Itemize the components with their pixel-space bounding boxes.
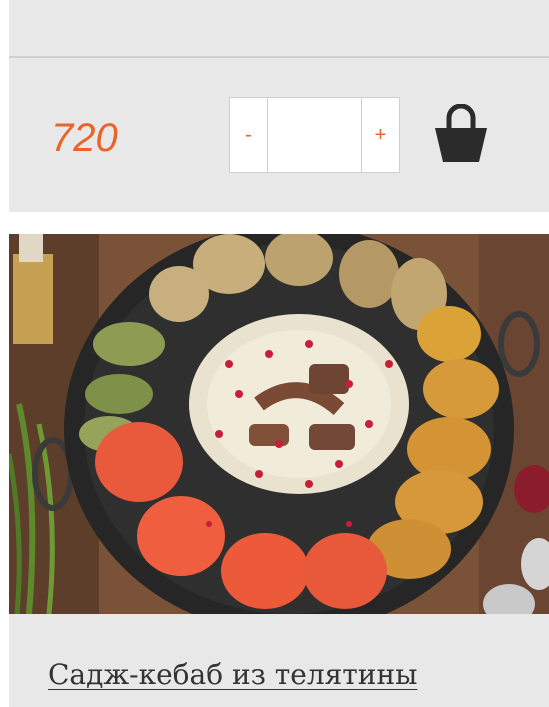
product-title-link[interactable]: Садж-кебаб из телятины (48, 658, 417, 691)
dish-photo[interactable] (9, 234, 549, 614)
quantity-input[interactable] (268, 98, 361, 172)
decrement-button[interactable]: - (230, 98, 268, 172)
divider (9, 56, 549, 58)
product-card-bottom: Садж-кебаб из телятины (9, 614, 549, 707)
product-price: 720 (51, 116, 118, 160)
increment-button[interactable]: + (361, 98, 399, 172)
quantity-stepper[interactable]: - + (229, 97, 400, 173)
add-to-cart-button[interactable] (429, 103, 493, 166)
shopping-basket-icon (435, 103, 487, 162)
product-card-top: 720 - + (9, 0, 549, 212)
